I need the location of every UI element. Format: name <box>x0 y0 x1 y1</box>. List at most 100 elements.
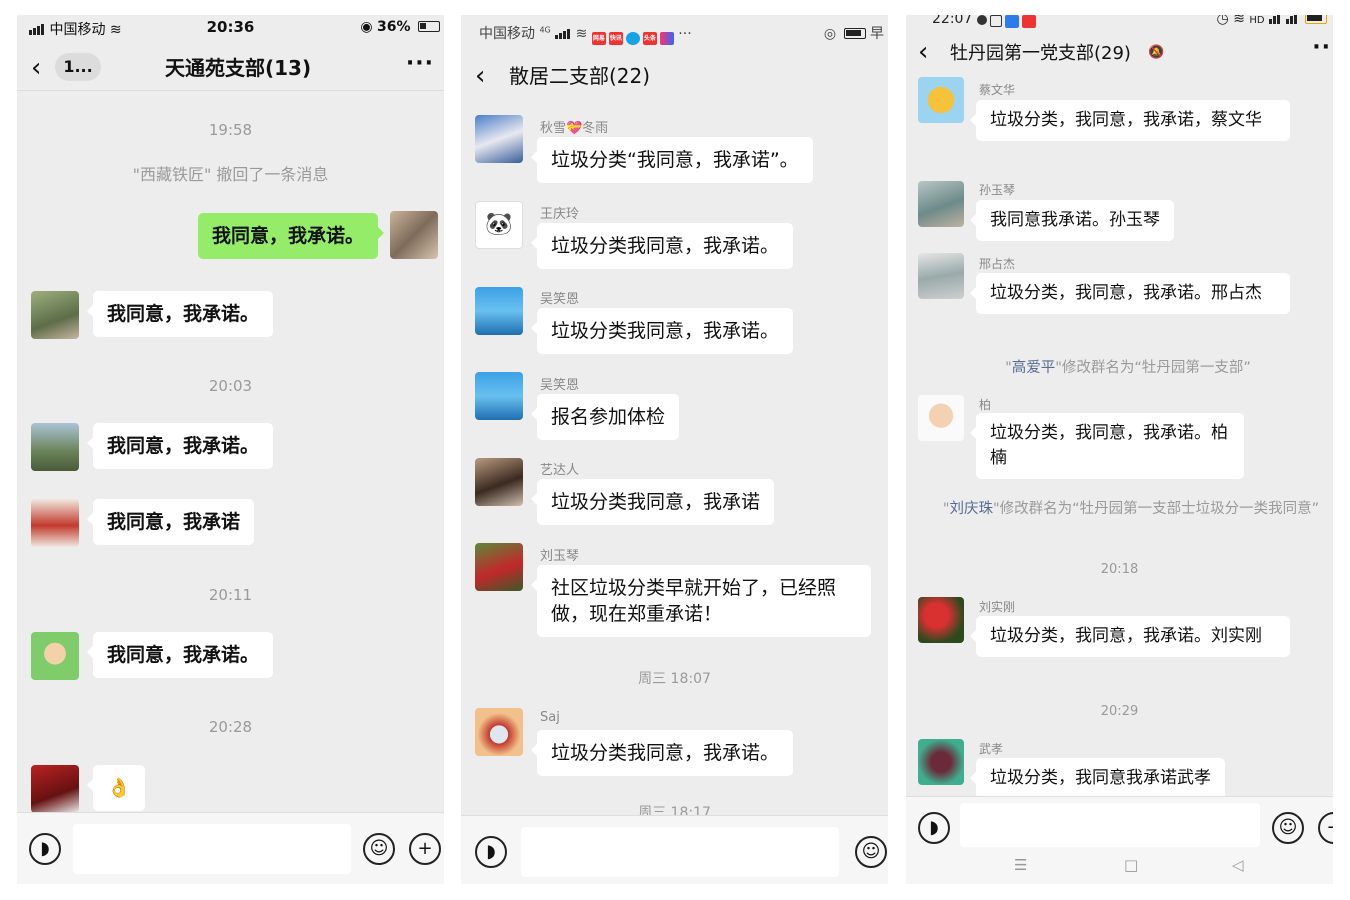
more-status-icon: ··· <box>678 26 692 42</box>
kuaixun-app-icon: 快讯 <box>608 32 623 45</box>
message-bubble[interactable]: 垃圾分类，我同意，我承诺，蔡文华 <box>970 100 1290 141</box>
chat-panel-tiantongyuan: 中国移动 ≋ 20:36 ◉ 36% ‹ 1... 天通苑支部(13) ··· … <box>17 15 444 884</box>
voice-icon[interactable]: ◗ <box>475 836 507 868</box>
message-bubble[interactable]: 我同意，我承诺。 <box>86 291 274 337</box>
video-app-icon <box>1021 15 1036 28</box>
avatar[interactable] <box>918 253 964 299</box>
avatar[interactable] <box>31 499 79 547</box>
avatar[interactable] <box>475 287 523 335</box>
message-input[interactable] <box>521 827 839 877</box>
signal-icon <box>1269 15 1281 28</box>
avatar-self[interactable] <box>390 211 438 259</box>
avatar[interactable] <box>918 597 964 643</box>
avatar[interactable] <box>475 372 523 420</box>
message-bubble[interactable]: 垃圾分类我同意，我承诺。 <box>530 730 794 776</box>
emoji-icon[interactable]: ☺ <box>1272 812 1304 844</box>
signal-icon-2 <box>1285 15 1298 28</box>
sender-name: 蔡文华 <box>979 83 1016 97</box>
emoji-bubble[interactable]: 👌 <box>87 765 145 811</box>
sender-name: 武孝 <box>979 742 1004 756</box>
sender-name: Saj <box>540 710 560 725</box>
mute-bell-icon: 🔕 <box>1148 45 1165 60</box>
avatar[interactable] <box>31 291 79 339</box>
avatar[interactable] <box>918 77 964 123</box>
sender-name: 刘玉琴 <box>540 549 580 564</box>
status-bar: 中国移动 ≋ 20:36 ◉ 36% <box>17 15 444 41</box>
voice-icon[interactable]: ◗ <box>29 833 61 865</box>
timestamp: 20:28 <box>208 718 253 736</box>
avatar[interactable] <box>475 115 523 163</box>
emoji-icon[interactable]: ☺ <box>855 836 887 868</box>
avatar[interactable] <box>475 458 523 506</box>
video-app-icon <box>659 32 674 45</box>
avatar[interactable] <box>31 632 79 680</box>
avatar[interactable] <box>475 543 523 591</box>
chat-header: ‹ 散居二支部(22) <box>461 53 888 99</box>
browser-app-icon <box>625 32 640 45</box>
wifi-icon: ≋ <box>1233 15 1245 27</box>
back-nav-icon[interactable]: ◁ <box>1232 856 1244 874</box>
message-bubble-self[interactable]: 我同意，我承诺。 <box>197 213 385 259</box>
more-options-icon[interactable]: ··· <box>406 51 434 76</box>
avatar[interactable] <box>918 395 964 441</box>
message-bubble[interactable]: 垃圾分类“我同意，我承诺”。 <box>531 137 813 183</box>
gallery-app-icon <box>989 15 1002 27</box>
eye-icon: ◎ <box>823 26 837 42</box>
message-bubble[interactable]: 垃圾分类我同意，我承诺。 <box>530 223 794 269</box>
sender-name: 刘实刚 <box>979 600 1016 614</box>
message-bubble[interactable]: 垃圾分类，我同意，我承诺。邢占杰 <box>970 273 1290 314</box>
sender-name: 吴笑恩 <box>540 292 580 307</box>
sender-name: 秋雪💝冬雨 <box>540 121 609 136</box>
chat-title: 牡丹园第一党支部(29) <box>950 43 1131 64</box>
message-bubble[interactable]: 垃圾分类，我同意，我承诺。刘实刚 <box>970 616 1290 657</box>
back-chevron-icon[interactable]: ‹ <box>31 53 41 83</box>
emoji-icon[interactable]: ☺ <box>363 833 395 865</box>
battery-icon <box>1305 15 1327 24</box>
clock: 22:07 <box>932 15 973 27</box>
back-chevron-icon[interactable]: ‹ <box>475 61 485 91</box>
message-bubble[interactable]: 社区垃圾分类早就开始了，已经照做，现在郑重承诺！ <box>531 565 871 637</box>
avatar[interactable] <box>918 181 964 227</box>
status-bar: 22:07 ◷ ≋ HD <box>906 15 1333 33</box>
voice-icon[interactable]: ◗ <box>918 812 950 844</box>
message-bubble[interactable]: 我同意我承诺。孙玉琴 <box>970 200 1174 241</box>
message-input[interactable] <box>960 803 1260 847</box>
chat-panel-mudanyuan: 22:07 ◷ ≋ HD ‹ 牡丹园第一党支部(29) 🔕 ·· 蔡文华 垃圾分… <box>906 15 1333 884</box>
sender-name: 吴笑恩 <box>540 378 580 393</box>
avatar[interactable] <box>918 739 964 785</box>
unread-pill[interactable]: 1... <box>55 53 101 81</box>
chat-app-icon <box>976 15 987 25</box>
clock: 20:36 <box>206 18 255 36</box>
avatar[interactable] <box>31 423 79 471</box>
message-bubble[interactable]: 垃圾分类，我同意我承诺武孝 <box>970 758 1225 799</box>
sender-name: 王庆玲 <box>540 207 580 222</box>
toutiao-app-icon: 头条 <box>642 32 657 45</box>
back-chevron-icon[interactable]: ‹ <box>918 37 928 67</box>
network-type: 4G <box>539 25 551 35</box>
signal-icon <box>29 23 45 39</box>
add-icon[interactable]: + <box>409 833 441 865</box>
message-bubble[interactable]: 垃圾分类我同意，我承诺。 <box>530 308 794 354</box>
recall-notice: "西藏铁匠" 撤回了一条消息 <box>132 165 329 184</box>
add-icon[interactable]: + <box>1318 812 1333 844</box>
message-input[interactable] <box>73 824 351 874</box>
message-bubble[interactable]: 我同意，我承诺 <box>86 499 255 545</box>
message-bubble[interactable]: 我同意，我承诺。 <box>86 423 274 469</box>
message-bubble[interactable]: 报名参加体检 <box>530 394 680 440</box>
sender-name: 艺达人 <box>540 463 580 478</box>
message-bubble[interactable]: 垃圾分类，我同意，我承诺。柏 楠 <box>970 413 1262 479</box>
message-bubble[interactable]: 我同意，我承诺。 <box>86 632 274 678</box>
message-bubble[interactable]: 垃圾分类我同意，我承诺 <box>530 479 775 525</box>
alarm-icon: ◷ <box>1216 15 1229 27</box>
avatar[interactable]: 🐼 <box>475 201 523 249</box>
avatar[interactable] <box>31 765 79 813</box>
system-navigation-bar: ☰ □ ◁ <box>906 850 1333 884</box>
battery-icon <box>843 28 866 39</box>
carrier-label: 中国移动 <box>49 22 106 38</box>
avatar[interactable] <box>475 708 523 756</box>
home-nav-icon[interactable]: □ <box>1124 856 1138 874</box>
status-morning-label: 早 <box>870 26 884 42</box>
menu-nav-icon[interactable]: ☰ <box>1014 856 1027 874</box>
battery-icon <box>418 21 440 32</box>
more-options-icon[interactable]: ·· <box>1312 35 1331 60</box>
